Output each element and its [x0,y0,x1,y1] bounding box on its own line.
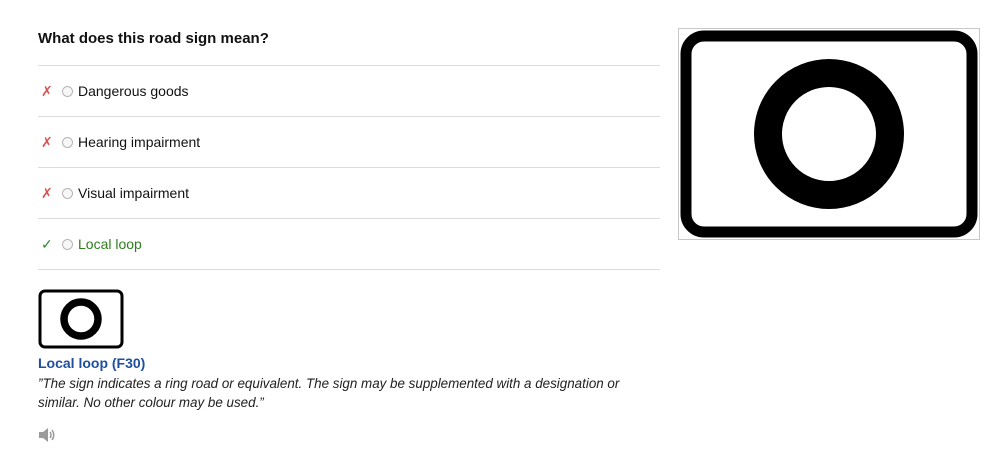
answer-label: Hearing impairment [78,134,201,150]
explanation-sign-thumbnail [38,289,124,349]
answer-radio[interactable] [62,136,73,148]
answer-option-dangerous-goods[interactable]: ✗ Dangerous goods [38,66,660,117]
answer-label: Visual impairment [78,185,190,201]
answer-label: Dangerous goods [78,83,189,99]
cross-mark-icon: ✗ [41,185,53,201]
cross-mark-icon: ✗ [41,134,53,150]
question-title: What does this road sign mean? [38,30,269,47]
local-loop-sign-icon [680,30,978,238]
answer-list: ✗ Dangerous goods ✗ Hearing impairment ✗… [38,65,660,270]
explanation-title: Local loop (F30) [38,355,146,371]
cross-mark-icon: ✗ [41,83,53,99]
answer-option-hearing-impairment[interactable]: ✗ Hearing impairment [38,117,660,168]
answer-option-visual-impairment[interactable]: ✗ Visual impairment [38,168,660,219]
road-sign-image [678,28,980,240]
answer-radio[interactable] [62,187,73,199]
answer-radio[interactable] [62,85,73,97]
local-loop-sign-icon [38,289,124,349]
speaker-icon[interactable] [37,426,57,444]
explanation-text: ”The sign indicates a ring road or equiv… [38,376,620,410]
check-mark-icon: ✓ [41,236,53,252]
answer-option-local-loop[interactable]: ✓ Local loop [38,219,660,270]
answer-label: Local loop [78,236,142,252]
answer-radio[interactable] [62,238,73,250]
